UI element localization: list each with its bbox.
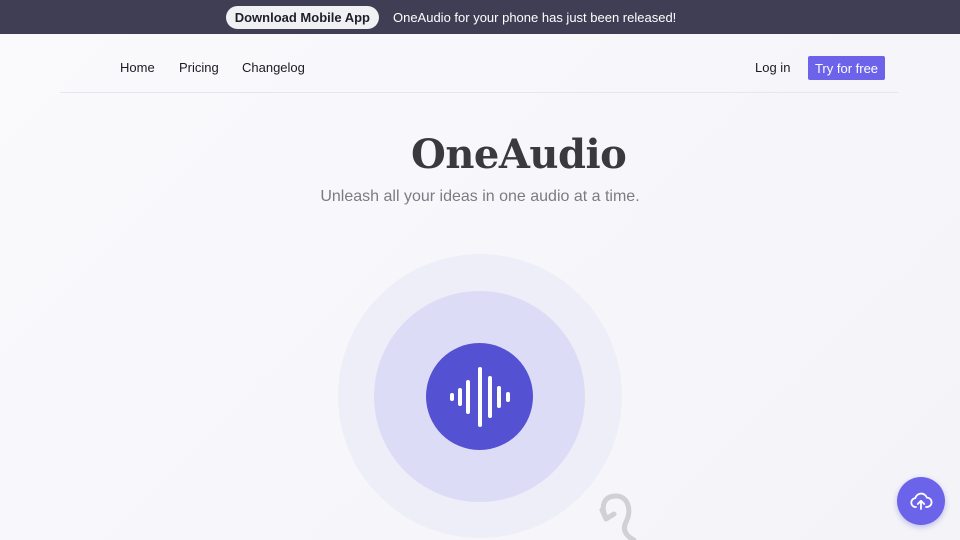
waveform-icon: [365, 134, 401, 174]
login-link[interactable]: Log in: [755, 60, 790, 75]
banner-message: OneAudio for your phone has just been re…: [392, 9, 677, 25]
waveform-icon: [450, 367, 510, 427]
try-for-free-button[interactable]: Try for free: [808, 56, 885, 80]
nav-link-home[interactable]: Home: [120, 60, 155, 75]
hero-title: OneAudio: [364, 130, 627, 178]
cloud-upload-icon: [910, 492, 933, 510]
tagline: Unleash all your ideas in one audio at a…: [320, 188, 640, 205]
upload-button[interactable]: [897, 477, 945, 525]
announcement-banner: Download Mobile App OneAudio for your ph…: [0, 0, 960, 34]
download-mobile-app-button[interactable]: Download Mobile App: [225, 5, 379, 29]
nav-link-changelog[interactable]: Changelog: [242, 60, 305, 75]
nav-link-pricing[interactable]: Pricing: [179, 60, 219, 75]
waveform-icon[interactable]: [74, 55, 100, 81]
top-navigation: Home Pricing Changelog Log in Try for fr…: [60, 42, 898, 93]
app-name: OneAudio: [411, 130, 627, 178]
curved-arrow-decoration: [599, 493, 637, 540]
